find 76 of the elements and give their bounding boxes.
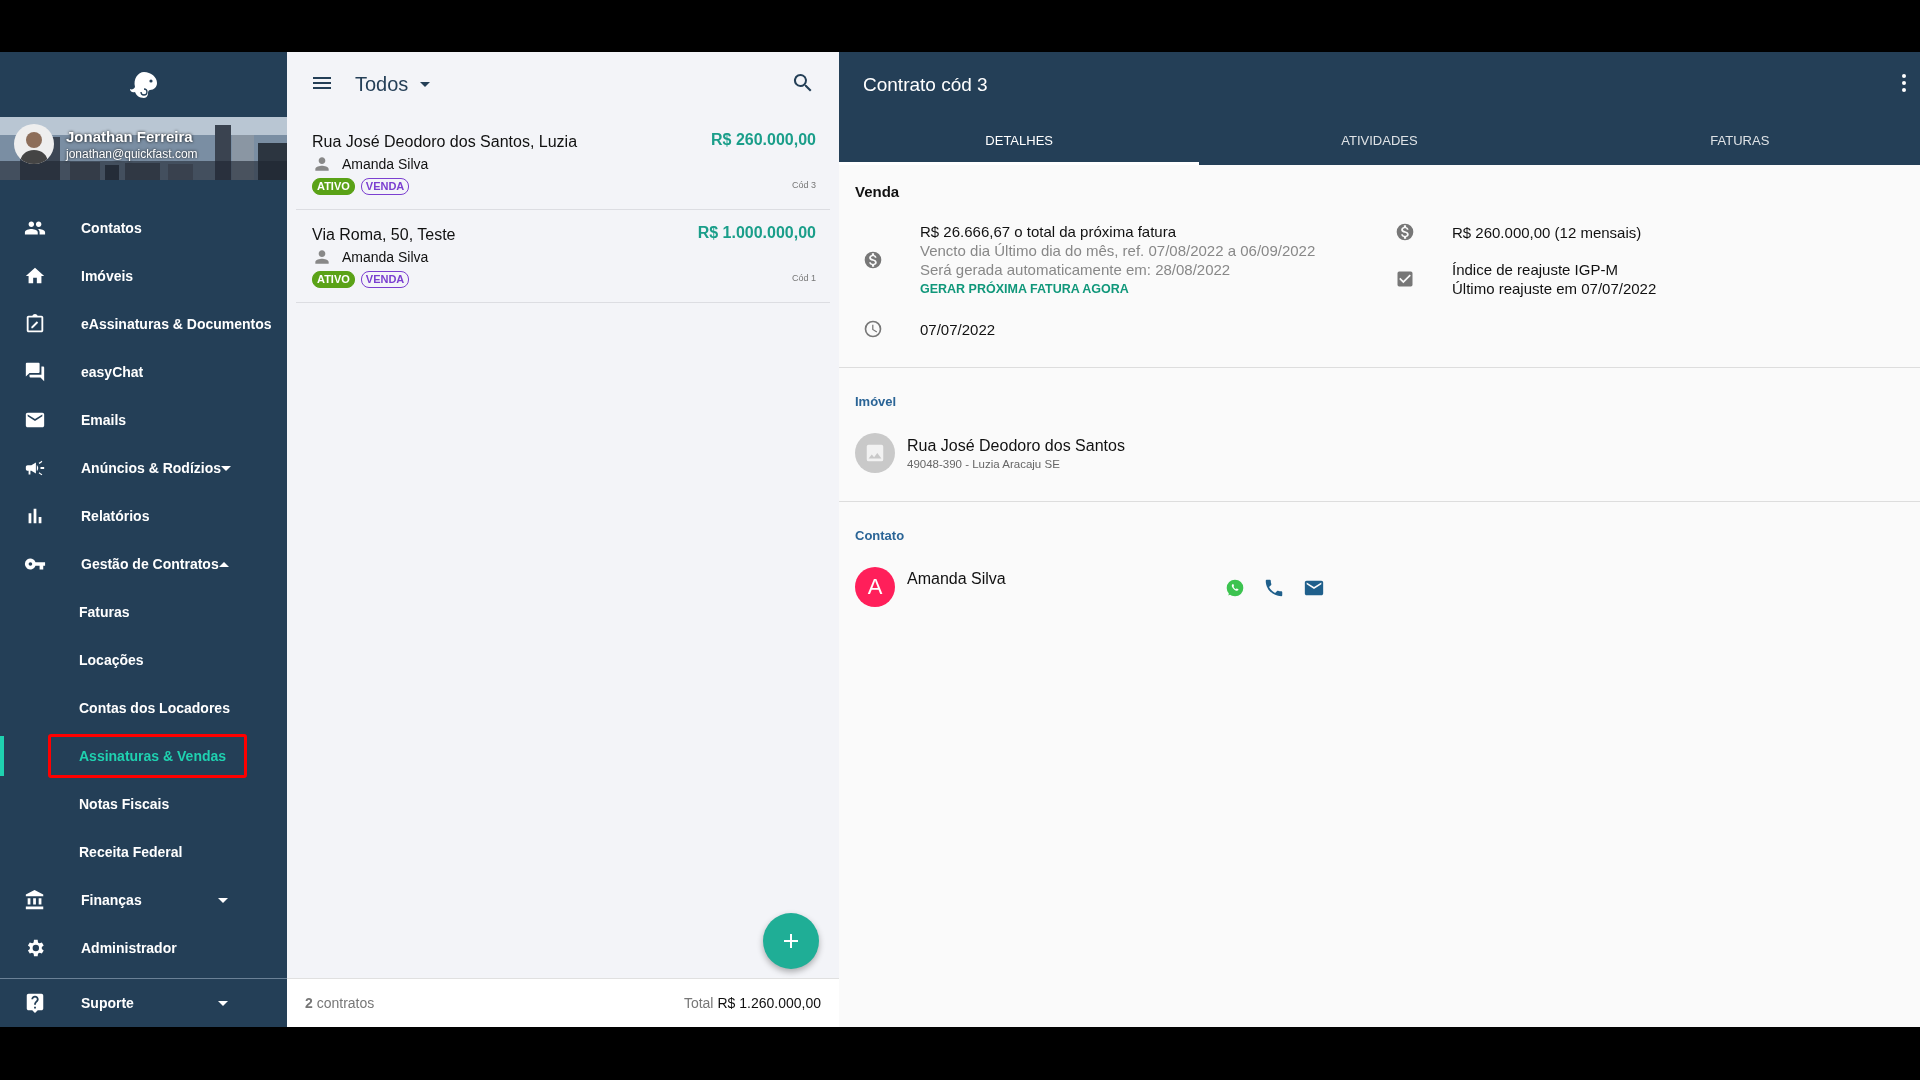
invoice-amount: R$ 26.666,67 o total da próxima fatura <box>920 222 1177 241</box>
caret-down-icon <box>420 82 431 87</box>
tab[interactable]: DETALHES <box>839 117 1200 165</box>
help-icon <box>24 992 46 1014</box>
caret-down-icon <box>218 1000 228 1006</box>
contract-price: R$ 1.000.000,00 <box>697 224 816 243</box>
sidebar-item[interactable]: Contas dos Locadores <box>0 684 287 732</box>
adjustment-index: Índice de reajuste IGP-M <box>1452 260 1619 279</box>
contract-address: Via Roma, 50, Teste <box>312 226 457 244</box>
section-heading: Contato <box>855 528 906 543</box>
caret-down-icon <box>221 465 231 471</box>
menu-icon <box>313 77 331 89</box>
sidebar-item[interactable]: Administrador <box>0 924 287 972</box>
contract-card[interactable]: Rua José Deodoro dos Santos, Luzia R$ 260.000,00 Amanda Silva ATIVO VENDA Cód 3 <box>296 117 830 210</box>
section-heading: Imóvel <box>855 394 898 409</box>
contact-name: Amanda Silva <box>342 249 429 265</box>
contact-name: Amanda Silva <box>907 570 1007 588</box>
bank-icon <box>24 889 46 911</box>
clock-icon <box>863 319 883 339</box>
chat-icon <box>24 361 46 383</box>
contact-name: Amanda Silva <box>342 156 429 172</box>
filter-dropdown[interactable]: Todos <box>355 73 431 96</box>
invoice-due: Vencto dia Último dia do mês, ref. 07/08/2022 a 06/09/2022 <box>920 241 1317 260</box>
sidebar-item[interactable]: Gestão de Contratos <box>0 540 287 588</box>
image-placeholder-icon <box>855 433 895 473</box>
dollar-icon <box>1395 222 1415 242</box>
tag: VENDA <box>360 271 410 288</box>
sidebar-item[interactable]: Contatos <box>0 204 287 252</box>
caret-down-icon <box>218 897 228 903</box>
sidebar-item[interactable]: Emails <box>0 396 287 444</box>
generate-invoice-link[interactable]: GERAR PRÓXIMA FATURA AGORA <box>920 282 1129 296</box>
sale-date: 07/07/2022 <box>920 319 997 339</box>
logo-icon <box>128 69 159 100</box>
contact-avatar: A <box>855 567 895 607</box>
sidebar-item[interactable]: Suporte <box>0 978 287 1027</box>
sidebar-item[interactable]: Notas Fiscais <box>0 780 287 828</box>
sidebar-item[interactable]: Imóveis <box>0 252 287 300</box>
caret-up-icon <box>218 561 229 567</box>
add-button[interactable] <box>763 913 819 969</box>
sidebar-item[interactable]: Faturas <box>0 588 287 636</box>
user-email: jonathan@quickfast.com <box>66 146 198 161</box>
total-value: R$ 1.260.000,00 <box>717 995 821 1011</box>
contract-address: Rua José Deodoro dos Santos, Luzia <box>312 133 579 151</box>
invoice-auto: Será gerada automaticamente em: 28/08/2022 <box>920 260 1232 279</box>
sidebar-item[interactable]: easyChat <box>0 348 287 396</box>
tab[interactable]: ATIVIDADES <box>1199 117 1560 165</box>
more-button[interactable] <box>1902 74 1906 95</box>
more-icon <box>1902 74 1906 92</box>
sidebar-item[interactable]: eAssinaturas & Documentos <box>0 300 287 348</box>
contract-code: Cód 3 <box>790 179 816 190</box>
sale-total: R$ 260.000,00 (12 mensais) <box>1452 222 1643 242</box>
plus-icon <box>784 934 798 948</box>
contract-title: Contrato cód 3 <box>863 73 989 96</box>
contract-count: 2 contratos <box>305 995 375 1011</box>
tab[interactable]: FATURAS <box>1559 117 1920 165</box>
total-label: Total <box>683 995 714 1011</box>
section-heading: Venda <box>855 183 901 200</box>
sidebar-item[interactable]: Receita Federal <box>0 828 287 876</box>
contract-price: R$ 260.000,00 <box>711 131 816 150</box>
user-name: Jonathan Ferreira <box>66 127 194 145</box>
sidebar-item[interactable]: Relatórios <box>0 492 287 540</box>
clipboard-icon <box>24 313 46 335</box>
sidebar-item[interactable]: Finanças <box>0 876 287 924</box>
tag: VENDA <box>360 178 410 195</box>
property-address: Rua José Deodoro dos Santos <box>907 436 1125 455</box>
sidebar-item[interactable]: Assinaturas & Vendas <box>0 732 287 780</box>
sidebar-item[interactable]: Anúncios & Rodízios <box>0 444 287 492</box>
contract-code: Cód 1 <box>790 272 816 283</box>
dollar-icon <box>863 249 883 270</box>
property-location: 49048-390 - Luzia Aracaju SE <box>907 457 1061 470</box>
menu-button[interactable] <box>313 77 331 92</box>
adjustment-last: Último reajuste em 07/07/2022 <box>1452 279 1658 298</box>
contract-card[interactable]: Via Roma, 50, Teste R$ 1.000.000,00 Amanda Silva ATIVO VENDA Cód 1 <box>296 210 830 303</box>
sidebar-item[interactable]: Locações <box>0 636 287 684</box>
tag: ATIVO <box>312 271 355 288</box>
tag: ATIVO <box>312 178 355 195</box>
